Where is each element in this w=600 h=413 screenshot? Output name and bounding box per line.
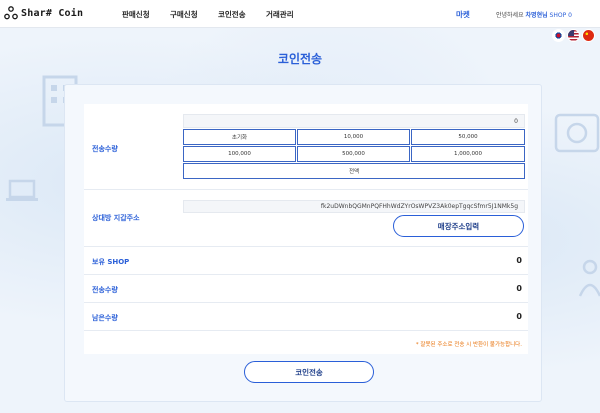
amount-50000-button[interactable]: 50,000 <box>411 129 525 145</box>
send-amount-value: 0 <box>516 284 522 293</box>
user-name[interactable]: 차명현님 <box>526 12 548 19</box>
divider <box>84 330 528 331</box>
warning-text: * 잘못된 주소로 전송 시 반환이 불가능합니다. <box>415 342 522 348</box>
divider <box>84 246 528 247</box>
amount-500000-button[interactable]: 500,000 <box>297 146 410 162</box>
remaining-label: 남은수량 <box>92 314 118 322</box>
laptop-icon <box>6 179 38 201</box>
holding-label: 보유 SHOP <box>92 258 130 266</box>
nav-coin-transfer[interactable]: 코인전송 <box>218 9 246 20</box>
coin-icon <box>554 113 600 153</box>
amount-1000000-button[interactable]: 1,000,000 <box>411 146 525 162</box>
share-logo-icon <box>4 6 18 20</box>
person-icon <box>578 259 600 297</box>
amount-input[interactable]: 0 <box>183 114 525 128</box>
remaining-value: 0 <box>516 312 522 321</box>
logo-text: Shar# Coin <box>21 7 84 19</box>
wallet-address-input[interactable]: fk2uDWnbQGMnPQFHhWdZYrOsWPVZ3Ak0epTgqcSf… <box>183 200 525 213</box>
amount-label: 전송수량 <box>92 145 118 153</box>
reset-button[interactable]: 초기화 <box>183 129 296 145</box>
user-greeting: 안녕하세요 차명현님 SHOP 0 <box>496 10 572 19</box>
top-header: Shar# Coin 판매신청 구매신청 코인전송 거래관리 마켓 안녕하세요 … <box>0 0 600 28</box>
divider <box>84 274 528 275</box>
china-flag-icon[interactable] <box>582 29 595 42</box>
send-amount-label: 전송수량 <box>92 286 118 294</box>
send-coin-button[interactable]: 코인전송 <box>244 361 374 383</box>
holding-value: 0 <box>516 256 522 265</box>
full-amount-button[interactable]: 전액 <box>183 163 525 179</box>
shop-balance: SHOP 0 <box>549 12 572 19</box>
nav-market[interactable]: 마켓 <box>456 9 470 20</box>
page-title: 코인전송 <box>277 52 323 66</box>
language-selector <box>552 29 595 42</box>
nav-trade-management[interactable]: 거래관리 <box>266 9 294 20</box>
divider <box>84 189 528 190</box>
nav-buy-request[interactable]: 구매신청 <box>170 9 198 20</box>
logo[interactable]: Shar# Coin <box>4 6 83 20</box>
store-address-button[interactable]: 매장주소입력 <box>393 215 524 237</box>
address-label: 상대방 지갑주소 <box>92 214 140 222</box>
amount-10000-button[interactable]: 10,000 <box>297 129 410 145</box>
divider <box>84 302 528 303</box>
amount-100000-button[interactable]: 100,000 <box>183 146 296 162</box>
korea-flag-icon[interactable] <box>552 29 565 42</box>
nav-sell-request[interactable]: 판매신청 <box>122 9 150 20</box>
greeting-prefix: 안녕하세요 <box>496 12 524 19</box>
usa-flag-icon[interactable] <box>567 29 580 42</box>
